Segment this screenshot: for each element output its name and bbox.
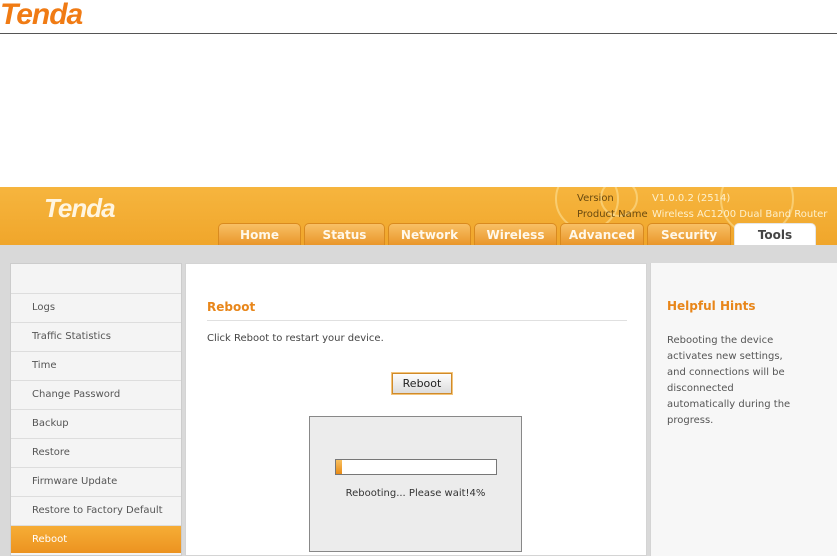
header-rule xyxy=(0,33,837,34)
sidebar-item-logs[interactable]: Logs xyxy=(11,293,181,321)
title-divider xyxy=(207,320,627,321)
reboot-progress-dialog: Rebooting... Please wait!4% xyxy=(309,416,522,552)
reboot-button[interactable]: Reboot xyxy=(391,372,453,395)
sidebar-item-change-password[interactable]: Change Password xyxy=(11,380,181,408)
tab-wireless[interactable]: Wireless xyxy=(474,223,557,245)
tab-network[interactable]: Network xyxy=(388,223,471,245)
sidebar-item-restore[interactable]: Restore xyxy=(11,438,181,466)
main-panel: Reboot Click Reboot to restart your devi… xyxy=(185,263,647,556)
tools-sidebar: Logs Traffic Statistics Time Change Pass… xyxy=(10,263,182,556)
sidebar-item-reboot[interactable]: Reboot xyxy=(11,525,181,553)
tab-home[interactable]: Home xyxy=(218,223,301,245)
hints-title: Helpful Hints xyxy=(667,299,756,313)
sidebar-item-traffic-statistics[interactable]: Traffic Statistics xyxy=(11,322,181,350)
top-banner: Tenda Version V1.0.0.2 (2514) Product Na… xyxy=(0,187,837,245)
page-description: Click Reboot to restart your device. xyxy=(207,333,384,344)
tab-advanced[interactable]: Advanced xyxy=(560,223,644,245)
version-value: V1.0.0.2 (2514) xyxy=(652,193,731,204)
product-name-value: Wireless AC1200 Dual Band Router xyxy=(652,209,828,220)
router-admin-screenshot: Tenda Version V1.0.0.2 (2514) Product Na… xyxy=(0,187,837,556)
sidebar-item-backup[interactable]: Backup xyxy=(11,409,181,437)
hints-text: Rebooting the device activates new setti… xyxy=(667,335,791,426)
progress-status-text: Rebooting... Please wait!4% xyxy=(345,488,486,499)
tab-tools[interactable]: Tools xyxy=(734,223,816,245)
banner-logo: Tenda xyxy=(44,193,116,223)
product-name-label: Product Name xyxy=(577,209,648,220)
version-label: Version xyxy=(577,193,614,204)
sidebar-item-time[interactable]: Time xyxy=(11,351,181,379)
helpful-hints-panel: Helpful Hints Rebooting the device activ… xyxy=(650,263,837,556)
sidebar-item-restore-factory-default[interactable]: Restore to Factory Default xyxy=(11,496,181,524)
tenda-logo: Tenda xyxy=(0,0,83,31)
document-header: Tenda xyxy=(0,0,837,34)
tab-status[interactable]: Status xyxy=(304,223,385,245)
page-title: Reboot xyxy=(207,300,256,314)
tab-security[interactable]: Security xyxy=(647,223,731,245)
progress-bar xyxy=(335,459,497,475)
progress-bar-fill xyxy=(336,460,343,474)
sidebar-item-firmware-update[interactable]: Firmware Update xyxy=(11,467,181,495)
